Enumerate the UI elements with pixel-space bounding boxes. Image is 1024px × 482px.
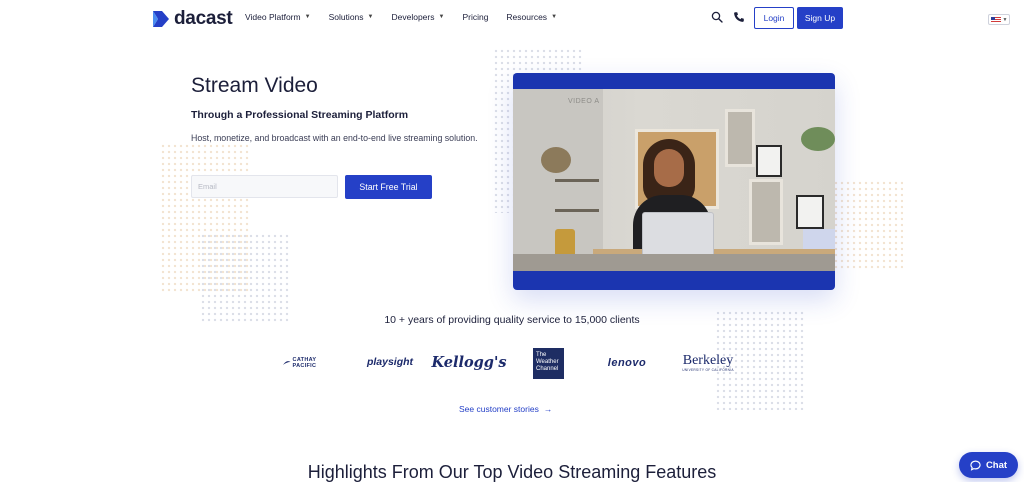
nav-pricing[interactable]: Pricing: [462, 12, 488, 22]
chevron-down-icon: ▼: [367, 14, 374, 20]
nav-label: Resources: [506, 12, 548, 22]
weather-channel-logo: The Weather Channel: [533, 348, 564, 379]
us-flag-icon: [990, 16, 1001, 23]
logo-wordmark: dacast: [174, 8, 233, 29]
nav-label: Video Platform: [245, 12, 301, 22]
video-frame: VIDEO A: [513, 89, 835, 271]
kelloggs-logo: Kellogg's: [431, 350, 506, 374]
client-name: CATHAY PACIFIC: [292, 357, 317, 369]
video-shelf: [555, 209, 599, 212]
search-icon[interactable]: [711, 11, 723, 23]
email-input[interactable]: [191, 175, 338, 198]
signup-button[interactable]: Sign Up: [797, 7, 843, 29]
video-shelf: [555, 179, 599, 182]
dacast-logo[interactable]: dacast: [152, 8, 233, 30]
client-name: playsight: [366, 356, 414, 368]
dacast-logo-icon: [153, 11, 169, 27]
site-header: dacast Video Platform ▼ Solutions ▼ Deve…: [0, 0, 1024, 37]
features-heading: Highlights From Our Top Video Streaming …: [307, 462, 717, 482]
video-plant: [541, 147, 571, 173]
client-name: lenovo: [607, 357, 647, 369]
video-picture-frame: [796, 195, 824, 229]
video-overlay-label: VIDEO A: [568, 98, 600, 105]
chat-label: Chat: [985, 459, 1008, 471]
client-name-line: Weather: [536, 359, 559, 365]
hero-video-player[interactable]: VIDEO A: [513, 73, 835, 290]
video-laptop: [642, 212, 714, 257]
chevron-down-icon: ▼: [304, 14, 311, 20]
client-subname: UNIVERSITY OF CALIFORNIA: [682, 368, 734, 372]
cathay-wing-icon: [283, 361, 291, 365]
chevron-down-icon: ▼: [1002, 16, 1008, 23]
login-button[interactable]: Login: [754, 7, 794, 29]
playsight-logo: playsight: [366, 353, 414, 371]
link-label: See customer stories: [459, 404, 539, 414]
trust-headline: 10 + years of providing quality service …: [384, 314, 640, 326]
start-free-trial-button[interactable]: Start Free Trial: [345, 175, 432, 199]
nav-label: Solutions: [328, 12, 364, 22]
cathay-pacific-logo: CATHAY PACIFIC: [283, 355, 339, 371]
video-floor: [513, 254, 835, 271]
dot-pattern-video-right: [833, 180, 903, 270]
nav-resources[interactable]: Resources ▼: [506, 12, 557, 22]
chevron-down-icon: ▼: [551, 14, 558, 20]
chat-button[interactable]: Chat: [959, 452, 1018, 478]
video-books: [803, 229, 835, 251]
video-shelf-unit: [749, 179, 783, 245]
video-shelf-unit: [725, 109, 755, 167]
video-vase: [555, 229, 575, 257]
arrow-right-icon: →: [543, 404, 553, 414]
phone-icon[interactable]: [733, 11, 745, 23]
nav-developers[interactable]: Developers ▼: [391, 12, 444, 22]
client-name: Berkeley: [682, 353, 734, 368]
dot-pattern-left-lower: [200, 233, 290, 323]
client-name-line: The: [536, 352, 547, 358]
chevron-down-icon: ▼: [438, 14, 445, 20]
nav-label: Developers: [391, 12, 435, 22]
video-picture-frame: [756, 145, 782, 177]
see-customer-stories-link[interactable]: See customer stories →: [459, 404, 552, 414]
lenovo-logo: lenovo: [598, 355, 656, 371]
nav-solutions[interactable]: Solutions ▼: [329, 12, 374, 22]
video-presenter-face: [654, 149, 684, 187]
language-selector[interactable]: ▼: [988, 14, 1010, 25]
video-plant: [801, 127, 835, 151]
hero-title: Stream Video: [191, 74, 318, 97]
chat-bubble-icon: [970, 460, 981, 471]
hero-description: Host, monetize, and broadcast with an en…: [191, 133, 478, 143]
main-nav: Video Platform ▼ Solutions ▼ Developers …: [245, 12, 557, 22]
nav-video-platform[interactable]: Video Platform ▼: [245, 12, 311, 22]
client-name-line: Channel: [536, 366, 559, 372]
client-name: Kellogg's: [431, 353, 507, 371]
hero-subtitle: Through a Professional Streaming Platfor…: [191, 109, 409, 121]
berkeley-logo: Berkeley UNIVERSITY OF CALIFORNIA: [682, 352, 734, 374]
nav-label: Pricing: [462, 12, 489, 22]
